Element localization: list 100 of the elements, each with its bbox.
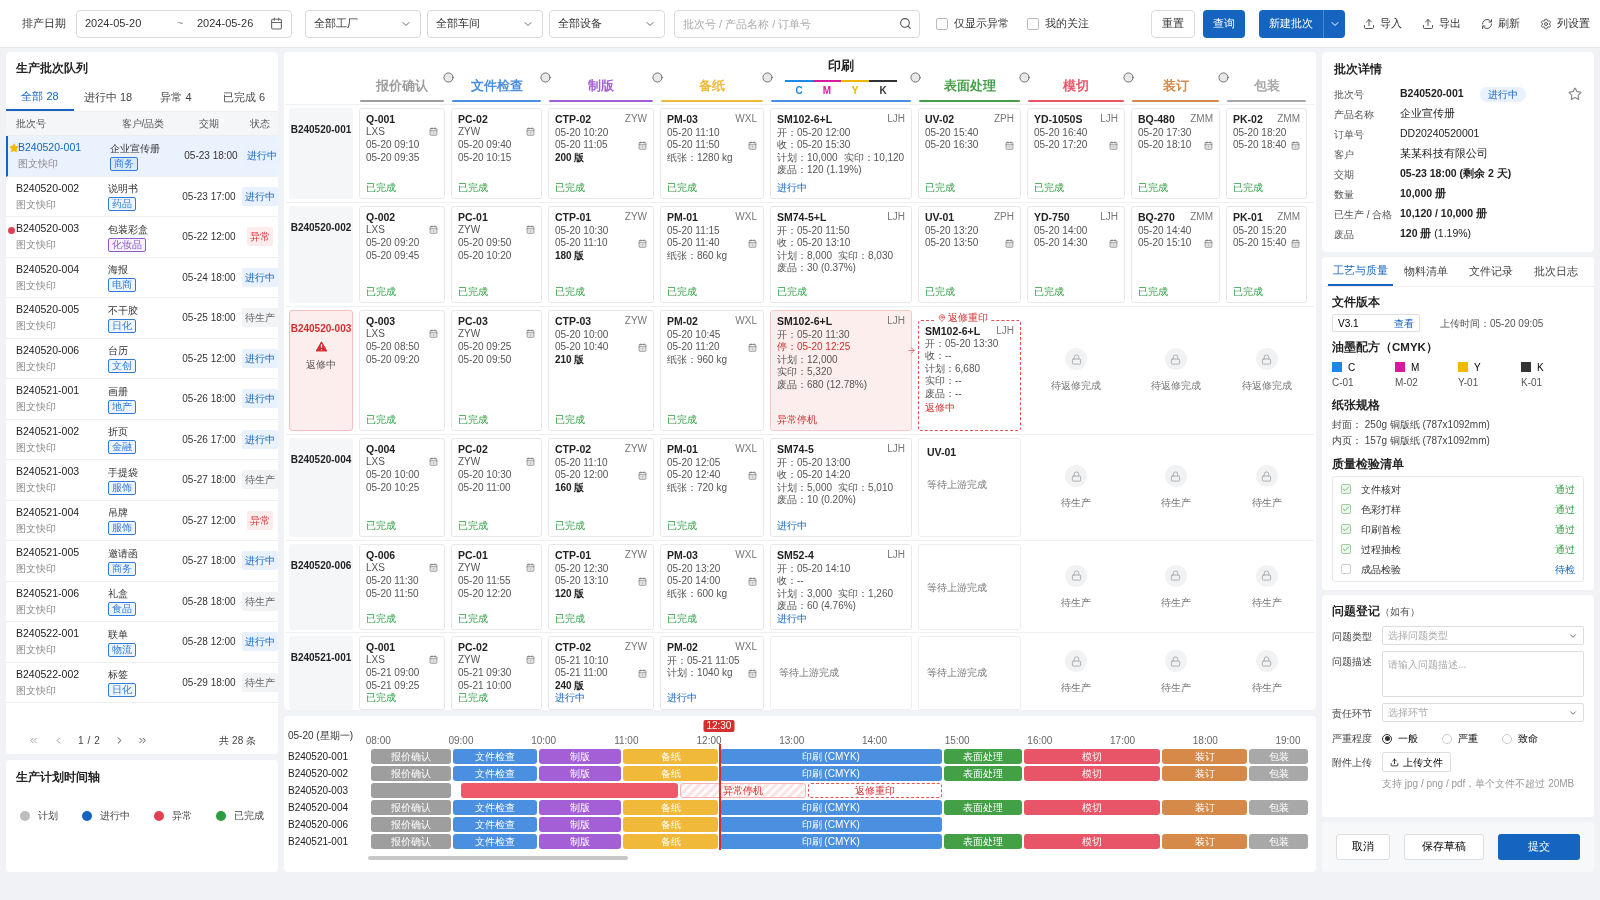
task-card[interactable]: PM-03 WXL 05-20 11:10 05-20 11:50 纸张：1280 kg 已完成 xyxy=(660,108,764,199)
upload-button[interactable]: 上传文件 xyxy=(1382,752,1451,773)
save-draft-button[interactable]: 保存草稿 xyxy=(1404,834,1484,860)
cell-text: 05-20 10:00 xyxy=(366,469,420,482)
filter-tab[interactable]: 已完成 6 xyxy=(210,84,278,111)
detail-tab[interactable]: 工艺与质量 xyxy=(1328,257,1393,286)
cell-text: 05-21 10:00 xyxy=(458,679,512,692)
calendar-icon xyxy=(1109,238,1118,248)
task-card[interactable]: Q-006 LXS 05-20 11:30 05-20 11:50 已完成 xyxy=(359,544,445,630)
batch-row[interactable]: B240520-001 图文快印 企业宣传册 商务 05-23 18:00 进行中 xyxy=(6,136,278,177)
cell-text: 05-20 11:00 xyxy=(458,481,511,494)
cell-text: 05-20 10:00 xyxy=(555,328,609,341)
export-button[interactable]: 导出 xyxy=(1422,9,1461,38)
date-range-field[interactable]: 2024-05-20 ~ 2024-05-26 xyxy=(76,9,292,38)
column-settings-button[interactable]: 列设置 xyxy=(1540,9,1590,38)
cell-text: 05-20 08:50 xyxy=(366,341,420,354)
timeline-bar[interactable]: 制版 xyxy=(539,800,622,815)
checkbox[interactable] xyxy=(1341,564,1351,574)
timeline-bar[interactable]: 模切 xyxy=(1023,800,1161,815)
checkbox[interactable] xyxy=(1341,504,1351,514)
task-card[interactable]: PM-01 WXL 05-20 12:05 05-20 12:40 纸张：720 kg 已完成 xyxy=(660,438,764,537)
filter-select[interactable]: 全部工厂 xyxy=(305,9,421,38)
stage-title: 表面处理 xyxy=(943,78,996,96)
checkbox[interactable] xyxy=(1341,484,1351,494)
star-icon[interactable] xyxy=(1568,87,1582,101)
checkbox[interactable] xyxy=(1341,544,1351,554)
task-card[interactable]: YD-1050S LJH 05-20 16:40 05-20 17:20 已完成 xyxy=(1027,108,1125,199)
horizontal-scrollbar[interactable] xyxy=(368,856,628,860)
import-button[interactable]: 导入 xyxy=(1363,9,1402,38)
task-card[interactable]: Q-001 LXS 05-20 09:10 05-20 09:35 已完成 xyxy=(359,108,445,199)
timeline-bar[interactable]: 模切 xyxy=(1023,766,1161,781)
task-card[interactable]: PC-03 ZYW 05-20 09:25 05-20 09:50 已完成 xyxy=(451,310,542,431)
task-card[interactable]: SM102-6+L LJH 开：05-20 11:30 停：05-20 12:25 计划：12,000 实印：5,320 废品：680 (12.78%) 异常停机 xyxy=(770,310,912,431)
task-card[interactable]: YD-750 LJH 05-20 14:00 05-20 14:30 已完成 xyxy=(1027,206,1125,303)
new-batch-button[interactable]: 新建批次 xyxy=(1259,9,1323,38)
checkbox[interactable] xyxy=(936,17,948,30)
task-card[interactable]: PM-01 WXL 05-20 11:15 05-20 11:40 纸张：860 kg 已完成 xyxy=(660,206,764,303)
batch-type: 图文快印 xyxy=(16,359,57,374)
task-card[interactable]: CTP-01 ZYW 05-20 10:30 05-20 11:10 180 版 已完成 xyxy=(548,206,654,303)
task-card[interactable]: CTP-02 ZYW 05-21 10:10 05-21 11:00 240 版 进行中 xyxy=(548,636,654,710)
task-card[interactable]: Q-003 LXS 05-20 08:50 05-20 09:20 已完成 xyxy=(359,310,445,431)
checkbox[interactable] xyxy=(1027,17,1039,30)
task-card[interactable]: PM-02 WXL 开：05-21 11:05 计划：1040 kg 进行中 xyxy=(660,636,764,710)
task-card[interactable]: PK-02 ZMM 05-20 18:20 05-20 18:40 已完成 xyxy=(1226,108,1307,199)
rework-bar[interactable]: 返修重印 xyxy=(808,783,942,798)
task-card[interactable]: SM52-4 LJH 开：05-20 14:10 收：-- 计划：3,000 实印：1,260 废品：60 (4.76%) 进行中 xyxy=(770,544,912,630)
task-card[interactable]: PC-02 ZYW 05-20 09:40 05-20 10:15 已完成 xyxy=(451,108,542,199)
filter-tab[interactable]: 异常 4 xyxy=(142,84,210,111)
timeline-bar[interactable]: 制版 xyxy=(539,749,622,764)
task-card[interactable]: CTP-03 ZYW 05-20 10:00 05-20 10:40 210 版 已完成 xyxy=(548,310,654,431)
timeline-bar[interactable]: 模切 xyxy=(1023,749,1161,764)
timeline-bar[interactable]: 制版 xyxy=(539,834,622,849)
task-card[interactable]: Q-002 LXS 05-20 09:20 05-20 09:45 已完成 xyxy=(359,206,445,303)
filter-select[interactable]: 全部车间 xyxy=(427,9,543,38)
submit-button[interactable]: 提交 xyxy=(1498,834,1580,860)
timeline-bar[interactable]: 制版 xyxy=(539,766,622,781)
timeline-bar[interactable]: 模切 xyxy=(1023,834,1161,849)
filter-select[interactable]: 全部设备 xyxy=(549,9,665,38)
reset-button[interactable]: 重置 xyxy=(1151,9,1195,38)
task-card[interactable]: PK-01 ZMM 05-20 15:20 05-20 15:40 已完成 xyxy=(1226,206,1307,303)
cancel-button[interactable]: 取消 xyxy=(1336,834,1390,860)
task-card[interactable]: BQ-270 ZMM 05-20 14:40 05-20 15:10 已完成 xyxy=(1131,206,1220,303)
task-card[interactable]: SM74-5+L LJH 开：05-20 11:50 收：05-20 13:10 计划：8,000 实印：8,030 废品：30 (0.37%) 已完成 xyxy=(770,206,912,303)
view-link[interactable]: 查看 xyxy=(1394,315,1414,331)
task-card[interactable]: PM-02 WXL 05-20 10:45 05-20 11:20 纸张：960 kg 已完成 xyxy=(660,310,764,431)
search-field[interactable]: 批次号 / 产品名称 / 订单号 xyxy=(674,9,920,38)
task-card[interactable]: SM102-6+L LJH 开：05-20 12:00 收：05-20 15:30 计划：10,000 实印：10,120 废品：120 (1.19%) 进行中 xyxy=(770,108,912,199)
task-card[interactable]: PC-01 ZYW 05-20 11:55 05-20 12:20 已完成 xyxy=(451,544,542,630)
detail-tab[interactable]: 物料清单 xyxy=(1393,257,1458,286)
task-code: PC-01 xyxy=(458,549,488,562)
description-field[interactable]: 请输入问题描述... xyxy=(1382,651,1584,698)
task-card[interactable]: CTP-02 ZYW 05-20 11:10 05-20 12:00 160 版 已完成 xyxy=(548,438,654,537)
task-card[interactable]: PC-02 ZYW 05-20 10:30 05-20 11:00 已完成 xyxy=(451,438,542,537)
task-card[interactable]: Q-001 LXS 05-21 09:00 05-21 09:25 已完成 xyxy=(359,636,445,710)
timeline-bar[interactable] xyxy=(371,783,452,798)
timeline-bar[interactable]: 制版 xyxy=(539,817,622,832)
filter-tab[interactable]: 进行中 18 xyxy=(74,84,142,111)
operator-code: WXL xyxy=(735,641,757,654)
cell-text: 废品：60 (4.76%) xyxy=(777,600,856,613)
task-card[interactable]: UV-02 ZPH 05-20 15:40 05-20 16:30 已完成 xyxy=(918,108,1021,199)
task-card[interactable]: CTP-01 ZYW 05-20 12:30 05-20 13:10 120 版 已完成 xyxy=(548,544,654,630)
task-card[interactable]: Q-004 LXS 05-20 10:00 05-20 10:25 已完成 xyxy=(359,438,445,537)
task-card[interactable]: BQ-480 ZMM 05-20 17:30 05-20 18:10 已完成 xyxy=(1131,108,1220,199)
task-card[interactable]: PC-01 ZYW 05-20 09:50 05-20 10:20 已完成 xyxy=(451,206,542,303)
operator-code: LXS xyxy=(366,561,385,574)
refresh-button[interactable]: 刷新 xyxy=(1481,9,1520,38)
dropdown-button[interactable] xyxy=(1323,9,1345,38)
task-card[interactable]: PC-02 ZYW 05-21 09:30 05-21 10:00 已完成 xyxy=(451,636,542,710)
task-card[interactable]: CTP-02 ZYW 05-20 10:20 05-20 11:05 200 版 已完成 xyxy=(548,108,654,199)
lock-icon xyxy=(1164,564,1187,587)
task-card[interactable]: PM-03 WXL 05-20 13:20 05-20 14:00 纸张：600 kg 已完成 xyxy=(660,544,764,630)
task-card[interactable]: SM74-5 LJH 开：05-20 13:00 收：05-20 14:20 计划：5,000 实印：5,010 废品：10 (0.20%) 进行中 xyxy=(770,438,912,537)
checkbox[interactable] xyxy=(1341,524,1351,534)
task-card[interactable]: UV-01 ZPH 05-20 13:20 05-20 13:50 已完成 xyxy=(918,206,1021,303)
detail-tab[interactable]: 批次日志 xyxy=(1523,257,1588,286)
stopped-bar[interactable]: 异常停机 xyxy=(679,783,807,798)
timeline-bar[interactable] xyxy=(461,783,678,798)
detail-tab[interactable]: 文件记录 xyxy=(1458,257,1523,286)
query-button[interactable]: 查询 xyxy=(1203,9,1245,38)
cell-text: 05-20 11:55 xyxy=(458,575,511,588)
